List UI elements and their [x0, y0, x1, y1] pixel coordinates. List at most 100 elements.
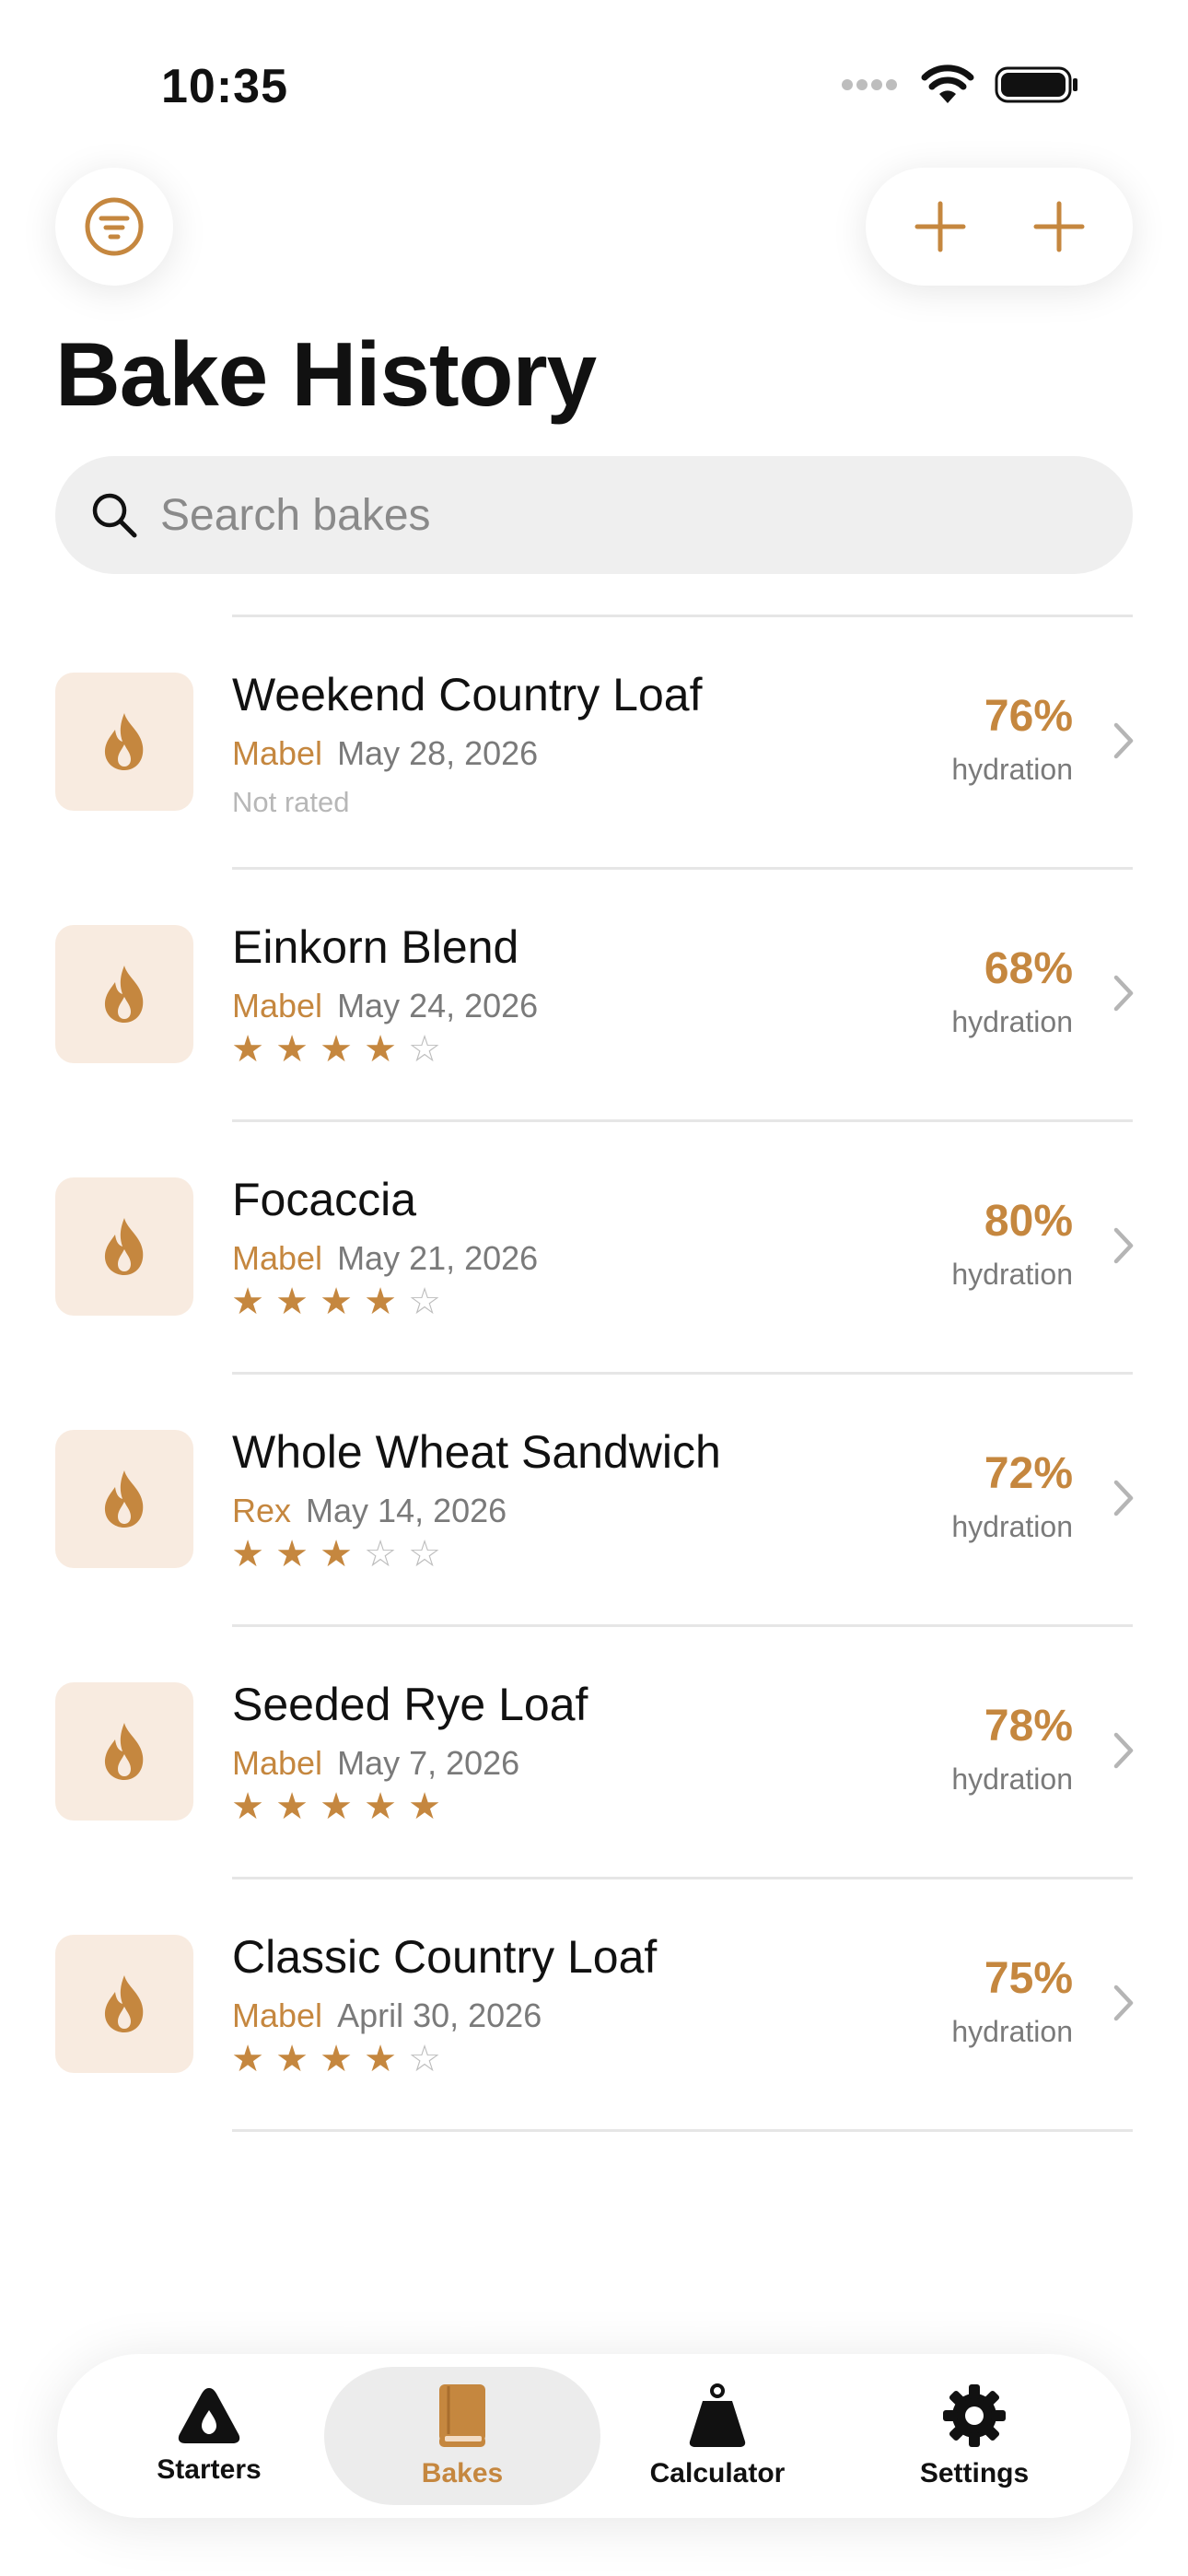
- star-filled-icon: ★: [231, 2039, 264, 2079]
- star-filled-icon: ★: [364, 1786, 397, 1827]
- bake-date: May 21, 2026: [337, 1239, 539, 1277]
- rating-status: Not rated: [232, 786, 350, 818]
- hydration-info: 68% hydration: [951, 943, 1073, 1039]
- bake-name: Einkorn Blend: [232, 921, 519, 973]
- bake-list: Weekend Country Loaf Mabel May 28, 2026 …: [0, 615, 1188, 2132]
- list-item[interactable]: Einkorn Blend Mabel May 24, 2026 ★ ★ ★ ★ ☆ 6…: [0, 870, 1188, 1119]
- star-filled-icon: ★: [364, 2039, 397, 2079]
- bake-thumbnail: [55, 1935, 193, 2073]
- battery-icon: [995, 66, 1077, 103]
- drop-icon: [178, 2388, 240, 2443]
- add-button-secondary[interactable]: [1008, 176, 1110, 277]
- list-item[interactable]: Weekend Country Loaf Mabel May 28, 2026 …: [0, 617, 1188, 867]
- star-empty-icon: ☆: [408, 1534, 441, 1575]
- bake-date: May 24, 2026: [337, 987, 539, 1025]
- chevron-right-icon: [1113, 975, 1134, 1012]
- hydration-label: hydration: [951, 1258, 1073, 1291]
- bake-thumbnail: [55, 1430, 193, 1568]
- bake-name: Weekend Country Loaf: [232, 669, 703, 720]
- bake-thumbnail: [55, 1177, 193, 1316]
- hydration-value: 80%: [984, 1197, 1073, 1246]
- bake-name: Whole Wheat Sandwich: [232, 1426, 721, 1478]
- hydration-info: 75% hydration: [951, 1953, 1073, 2049]
- hydration-info: 80% hydration: [951, 1196, 1073, 1292]
- bake-name: Seeded Rye Loaf: [232, 1679, 588, 1730]
- tab-starters[interactable]: Starters: [71, 2367, 347, 2505]
- chevron-right-icon: [1113, 1985, 1134, 2021]
- hydration-info: 72% hydration: [951, 1448, 1073, 1544]
- bake-meta: Mabel May 21, 2026: [232, 1239, 538, 1278]
- star-rating: ★ ★ ★ ★ ☆: [230, 1283, 442, 1320]
- add-button-primary[interactable]: [890, 176, 991, 277]
- bake-meta: Rex May 14, 2026: [232, 1492, 507, 1530]
- list-item[interactable]: Classic Country Loaf Mabel April 30, 202…: [0, 1879, 1188, 2129]
- hydration-label: hydration: [951, 753, 1073, 786]
- star-filled-icon: ★: [320, 2039, 353, 2079]
- bake-name: Focaccia: [232, 1174, 417, 1225]
- list-item[interactable]: Seeded Rye Loaf Mabel May 7, 2026 ★ ★ ★ ★ ★ …: [0, 1627, 1188, 1877]
- list-item[interactable]: Focaccia Mabel May 21, 2026 ★ ★ ★ ★ ☆ 80% hy…: [0, 1122, 1188, 1372]
- flame-icon: [104, 1218, 144, 1275]
- chevron-right-icon: [1113, 722, 1134, 759]
- tab-label: Settings: [919, 2458, 1030, 2488]
- star-rating: ★ ★ ★ ★ ☆: [230, 1031, 442, 1068]
- star-filled-icon: ★: [364, 1029, 397, 1070]
- bake-meta: Mabel May 7, 2026: [232, 1744, 519, 1783]
- star-filled-icon: ★: [364, 1282, 397, 1322]
- add-actions-group: [866, 168, 1133, 286]
- hydration-label: hydration: [951, 2015, 1073, 2048]
- status-indicators: [840, 64, 1079, 105]
- star-rating: ★ ★ ★ ★ ★: [230, 1788, 442, 1825]
- star-filled-icon: ★: [320, 1786, 353, 1827]
- hydration-label: hydration: [951, 1762, 1073, 1796]
- filter-button[interactable]: [55, 168, 173, 286]
- cellular-signal-icon: [842, 79, 897, 90]
- divider: [232, 2129, 1133, 2132]
- star-filled-icon: ★: [275, 1029, 309, 1070]
- hydration-value: 76%: [984, 692, 1073, 741]
- star-filled-icon: ★: [231, 1029, 264, 1070]
- tab-calculator[interactable]: Calculator: [579, 2367, 856, 2505]
- tab-settings[interactable]: Settings: [836, 2367, 1112, 2505]
- star-filled-icon: ★: [231, 1534, 264, 1575]
- star-filled-icon: ★: [275, 1786, 309, 1827]
- bake-thumbnail: [55, 673, 193, 811]
- status-time: 10:35: [161, 60, 288, 113]
- chevron-right-icon: [1113, 1480, 1134, 1516]
- baker-name: Rex: [232, 1492, 292, 1529]
- search-icon: [92, 493, 137, 538]
- hydration-label: hydration: [951, 1510, 1073, 1543]
- bake-thumbnail: [55, 1682, 193, 1821]
- baker-name: Mabel: [232, 734, 323, 772]
- bake-date: May 14, 2026: [306, 1492, 507, 1529]
- gear-icon: [943, 2384, 1006, 2447]
- bake-date: April 30, 2026: [337, 1996, 542, 2034]
- star-filled-icon: ★: [408, 1786, 441, 1827]
- hydration-value: 72%: [984, 1449, 1073, 1498]
- flame-icon: [104, 1470, 144, 1528]
- tab-bar: Starters Bakes Calculator Settings: [57, 2354, 1131, 2518]
- tab-bakes[interactable]: Bakes: [324, 2367, 600, 2505]
- baker-name: Mabel: [232, 1239, 323, 1277]
- search-input[interactable]: [158, 488, 991, 542]
- list-item[interactable]: Whole Wheat Sandwich Rex May 14, 2026 ★ ★…: [0, 1375, 1188, 1624]
- star-empty-icon: ☆: [364, 1534, 397, 1575]
- star-empty-icon: ☆: [408, 1282, 441, 1322]
- book-icon: [439, 2384, 485, 2447]
- tab-label: Calculator: [649, 2458, 786, 2488]
- star-filled-icon: ★: [275, 1282, 309, 1322]
- bake-meta: Mabel April 30, 2026: [232, 1996, 542, 2035]
- hydration-info: 78% hydration: [951, 1701, 1073, 1797]
- star-filled-icon: ★: [231, 1786, 264, 1827]
- baker-name: Mabel: [232, 1996, 323, 2034]
- page-title: Bake History: [55, 323, 597, 425]
- star-filled-icon: ★: [231, 1282, 264, 1322]
- flame-icon: [104, 1723, 144, 1780]
- bake-date: May 28, 2026: [337, 734, 539, 772]
- wifi-icon: [921, 64, 974, 103]
- tab-label: Starters: [157, 2454, 262, 2485]
- search-bar[interactable]: [55, 456, 1133, 574]
- weight-icon: [689, 2383, 746, 2447]
- plus-icon: [1033, 201, 1084, 252]
- baker-name: Mabel: [232, 987, 323, 1025]
